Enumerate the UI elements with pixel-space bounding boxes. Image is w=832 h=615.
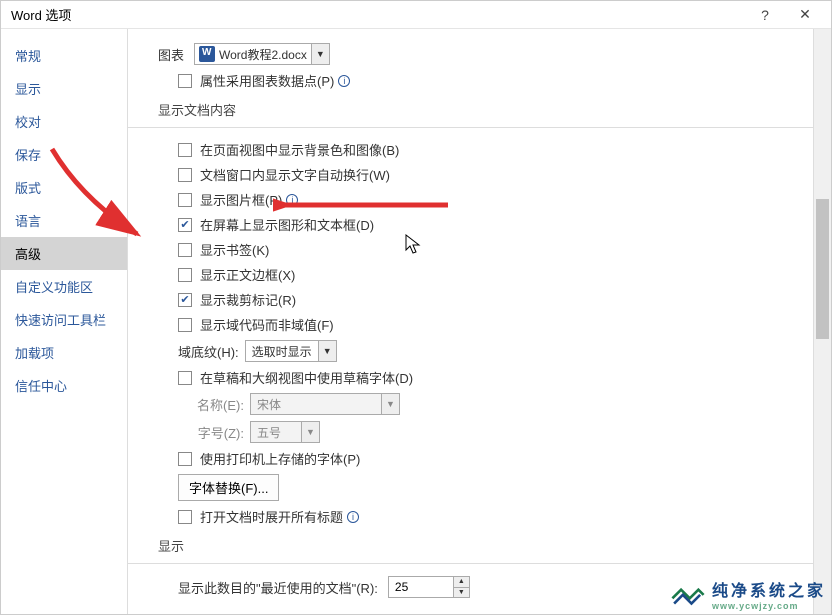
watermark: 纯净系统之家 www.ycwjzy.com <box>670 577 826 611</box>
checkbox-icon <box>178 371 192 385</box>
font-substitution-button[interactable]: 字体替换(F)... <box>178 474 279 501</box>
sidebar-item-trust-center[interactable]: 信任中心 <box>1 369 127 402</box>
opt-field-codes[interactable]: 显示域代码而非域值(F) <box>158 315 789 334</box>
options-pane: 图表 Word教程2.docx ▼ 属性采用图表数据点(P) i 显示文档内容 <box>128 29 813 614</box>
checkbox-icon <box>178 193 192 207</box>
sidebar-item-display[interactable]: 显示 <box>1 72 127 105</box>
recent-docs-spinner[interactable]: ▲ ▼ <box>388 576 470 598</box>
watermark-text: 纯净系统之家 <box>712 577 826 601</box>
chevron-down-icon: ▼ <box>311 44 329 64</box>
spinner-down-icon[interactable]: ▼ <box>454 588 469 598</box>
chart-scope-row: 图表 Word教程2.docx ▼ <box>158 43 789 65</box>
field-shading-combo[interactable]: 选取时显示 ▼ <box>245 340 337 362</box>
word-doc-icon <box>199 46 215 62</box>
sidebar-item-language[interactable]: 语言 <box>1 204 127 237</box>
checkbox-icon <box>178 168 192 182</box>
opt-wrap-window[interactable]: 文档窗口内显示文字自动换行(W) <box>158 165 789 184</box>
checkbox-checked-icon <box>178 293 192 307</box>
opt-printer-fonts-label: 使用打印机上存储的字体(P) <box>200 449 360 468</box>
section-doc-content: 显示文档内容 <box>158 100 789 119</box>
titlebar: Word 选项 ? ✕ <box>1 1 831 29</box>
draft-font-size-value: 五号 <box>251 424 287 441</box>
divider <box>128 127 813 128</box>
draft-font-size-combo: 五号 ▼ <box>250 421 320 443</box>
opt-wrap-window-label: 文档窗口内显示文字自动换行(W) <box>200 165 390 184</box>
checkbox-icon <box>178 243 192 257</box>
sidebar: 常规 显示 校对 保存 版式 语言 高级 自定义功能区 快速访问工具栏 加载项 … <box>1 29 128 614</box>
opt-shapes-textbox-label: 在屏幕上显示图形和文本框(D) <box>200 215 374 234</box>
opt-chart-datapoints[interactable]: 属性采用图表数据点(P) i <box>158 71 789 90</box>
sidebar-item-quick-access[interactable]: 快速访问工具栏 <box>1 303 127 336</box>
sidebar-item-layout[interactable]: 版式 <box>1 171 127 204</box>
opt-crop-marks[interactable]: 显示裁剪标记(R) <box>158 290 789 309</box>
chart-scope-label: 图表 <box>158 45 184 64</box>
opt-bookmarks-label: 显示书签(K) <box>200 240 269 259</box>
sidebar-item-addins[interactable]: 加载项 <box>1 336 127 369</box>
opt-bg-image[interactable]: 在页面视图中显示背景色和图像(B) <box>158 140 789 159</box>
recent-docs-value[interactable] <box>389 577 453 597</box>
opt-chart-datapoints-label: 属性采用图表数据点(P) <box>200 71 334 90</box>
spinner-up-icon[interactable]: ▲ <box>454 577 469 588</box>
info-icon[interactable]: i <box>338 75 350 87</box>
divider <box>128 563 813 564</box>
opt-printer-fonts[interactable]: 使用打印机上存储的字体(P) <box>158 449 789 468</box>
opt-text-boundaries[interactable]: 显示正文边框(X) <box>158 265 789 284</box>
field-shading-value: 选取时显示 <box>246 343 318 360</box>
opt-text-boundaries-label: 显示正文边框(X) <box>200 265 295 284</box>
checkbox-icon <box>178 143 192 157</box>
chevron-down-icon: ▼ <box>318 341 336 361</box>
checkbox-icon <box>178 510 192 524</box>
opt-crop-marks-label: 显示裁剪标记(R) <box>200 290 296 309</box>
recent-docs-label: 显示此数目的"最近使用的文档"(R): <box>178 578 378 597</box>
field-shading-label: 域底纹(H): <box>178 342 239 361</box>
opt-draft-font-label: 在草稿和大纲视图中使用草稿字体(D) <box>200 368 413 387</box>
draft-font-name-value: 宋体 <box>251 396 287 413</box>
sidebar-item-save[interactable]: 保存 <box>1 138 127 171</box>
sidebar-item-general[interactable]: 常规 <box>1 39 127 72</box>
section-display: 显示 <box>158 536 789 555</box>
vertical-scrollbar[interactable] <box>813 29 831 614</box>
opt-expand-headings-label: 打开文档时展开所有标题 <box>200 507 343 526</box>
watermark-url: www.ycwjzy.com <box>712 601 826 611</box>
chart-scope-doc: Word教程2.docx <box>219 46 311 63</box>
watermark-logo-icon <box>670 581 706 607</box>
chevron-down-icon: ▼ <box>381 394 399 414</box>
opt-shapes-textbox[interactable]: 在屏幕上显示图形和文本框(D) <box>158 215 789 234</box>
info-icon[interactable]: i <box>347 511 359 523</box>
chart-scope-combo[interactable]: Word教程2.docx ▼ <box>194 43 330 65</box>
opt-bg-image-label: 在页面视图中显示背景色和图像(B) <box>200 140 399 159</box>
checkbox-checked-icon <box>178 218 192 232</box>
checkbox-icon <box>178 74 192 88</box>
sidebar-item-customize-ribbon[interactable]: 自定义功能区 <box>1 270 127 303</box>
checkbox-icon <box>178 318 192 332</box>
opt-expand-headings[interactable]: 打开文档时展开所有标题 i <box>158 507 789 526</box>
checkbox-icon <box>178 452 192 466</box>
close-button[interactable]: ✕ <box>785 1 825 29</box>
draft-font-name-label: 名称(E): <box>190 395 244 414</box>
opt-draft-font[interactable]: 在草稿和大纲视图中使用草稿字体(D) <box>158 368 789 387</box>
opt-bookmarks[interactable]: 显示书签(K) <box>158 240 789 259</box>
opt-picture-frame-label: 显示图片框(P) <box>200 190 282 209</box>
draft-font-size-label: 字号(Z): <box>190 423 244 442</box>
scrollbar-thumb[interactable] <box>816 199 829 339</box>
checkbox-icon <box>178 268 192 282</box>
chevron-down-icon: ▼ <box>301 422 319 442</box>
help-button[interactable]: ? <box>745 1 785 29</box>
draft-font-name-row: 名称(E): 宋体 ▼ <box>158 393 789 415</box>
draft-font-size-row: 字号(Z): 五号 ▼ <box>158 421 789 443</box>
info-icon[interactable]: i <box>286 194 298 206</box>
window-title: Word 选项 <box>11 5 745 24</box>
opt-field-codes-label: 显示域代码而非域值(F) <box>200 315 334 334</box>
sidebar-item-advanced[interactable]: 高级 <box>1 237 127 270</box>
sidebar-item-proofing[interactable]: 校对 <box>1 105 127 138</box>
field-shading-row: 域底纹(H): 选取时显示 ▼ <box>158 340 789 362</box>
draft-font-name-combo: 宋体 ▼ <box>250 393 400 415</box>
opt-picture-frame[interactable]: 显示图片框(P) i <box>158 190 789 209</box>
